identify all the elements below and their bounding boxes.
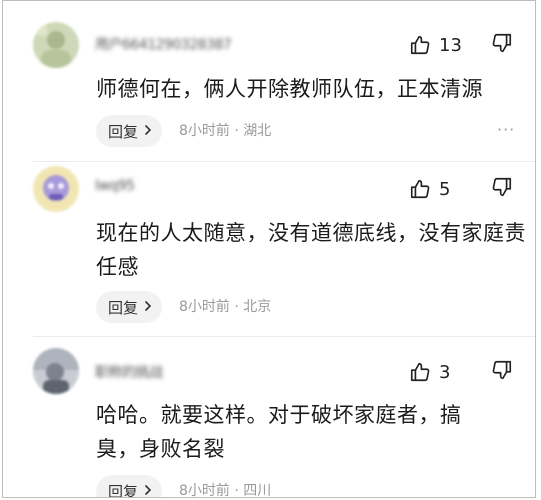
like-count: 5 — [439, 178, 451, 200]
comment-text: 现在的人太随意，没有道德底线，没有家庭责任感 — [96, 221, 526, 279]
reply-label: 回复 — [108, 482, 139, 498]
username[interactable]: 用户6641290328387 — [95, 34, 232, 56]
thumbs-down-icon — [491, 360, 513, 385]
dislike-button[interactable] — [491, 176, 515, 202]
avatar[interactable] — [33, 22, 79, 68]
thumbs-up-icon — [409, 178, 431, 200]
comment-text: 师德何在，俩人开除教师队伍，正本清源 — [96, 77, 483, 101]
thumbs-down-icon — [491, 177, 513, 202]
chevron-right-icon — [144, 298, 152, 316]
comment-meta: 8小时前 · 四川 — [179, 483, 272, 498]
dislike-button[interactable] — [491, 32, 515, 58]
like-button[interactable]: 13 — [409, 32, 462, 58]
reply-button[interactable]: 回复 — [96, 475, 163, 498]
like-count: 13 — [439, 34, 462, 56]
chevron-right-icon — [144, 122, 152, 140]
comment-text: 哈哈。就要这样。对于破坏家庭者，搞臭，身败名裂 — [96, 403, 462, 461]
like-count: 3 — [439, 361, 451, 383]
reply-button[interactable]: 回复 — [96, 115, 163, 147]
thumbs-up-icon — [409, 361, 431, 383]
avatar[interactable] — [33, 166, 79, 212]
comment-list: 用户6641290328387 13 师德何在，俩人开除教师队伍，正本清源 回复 — [2, 0, 536, 498]
more-dots-icon[interactable]: ··· — [497, 115, 515, 147]
chevron-right-icon — [144, 482, 152, 497]
reply-button[interactable]: 回复 — [96, 291, 163, 323]
thumbs-up-icon — [409, 34, 431, 56]
username[interactable]: 职称的挑战 — [95, 362, 163, 384]
like-button[interactable]: 3 — [409, 359, 450, 385]
username[interactable]: lwq95 — [95, 178, 135, 200]
avatar[interactable] — [33, 348, 79, 394]
dislike-button[interactable] — [491, 359, 515, 385]
reply-label: 回复 — [108, 122, 139, 141]
comment-meta: 8小时前 · 北京 — [179, 299, 272, 315]
divider — [33, 161, 535, 162]
thumbs-down-icon — [491, 33, 513, 58]
like-button[interactable]: 5 — [409, 176, 450, 202]
comment-meta: 8小时前 · 湖北 — [179, 123, 272, 139]
reply-label: 回复 — [108, 298, 139, 317]
divider — [33, 336, 535, 337]
